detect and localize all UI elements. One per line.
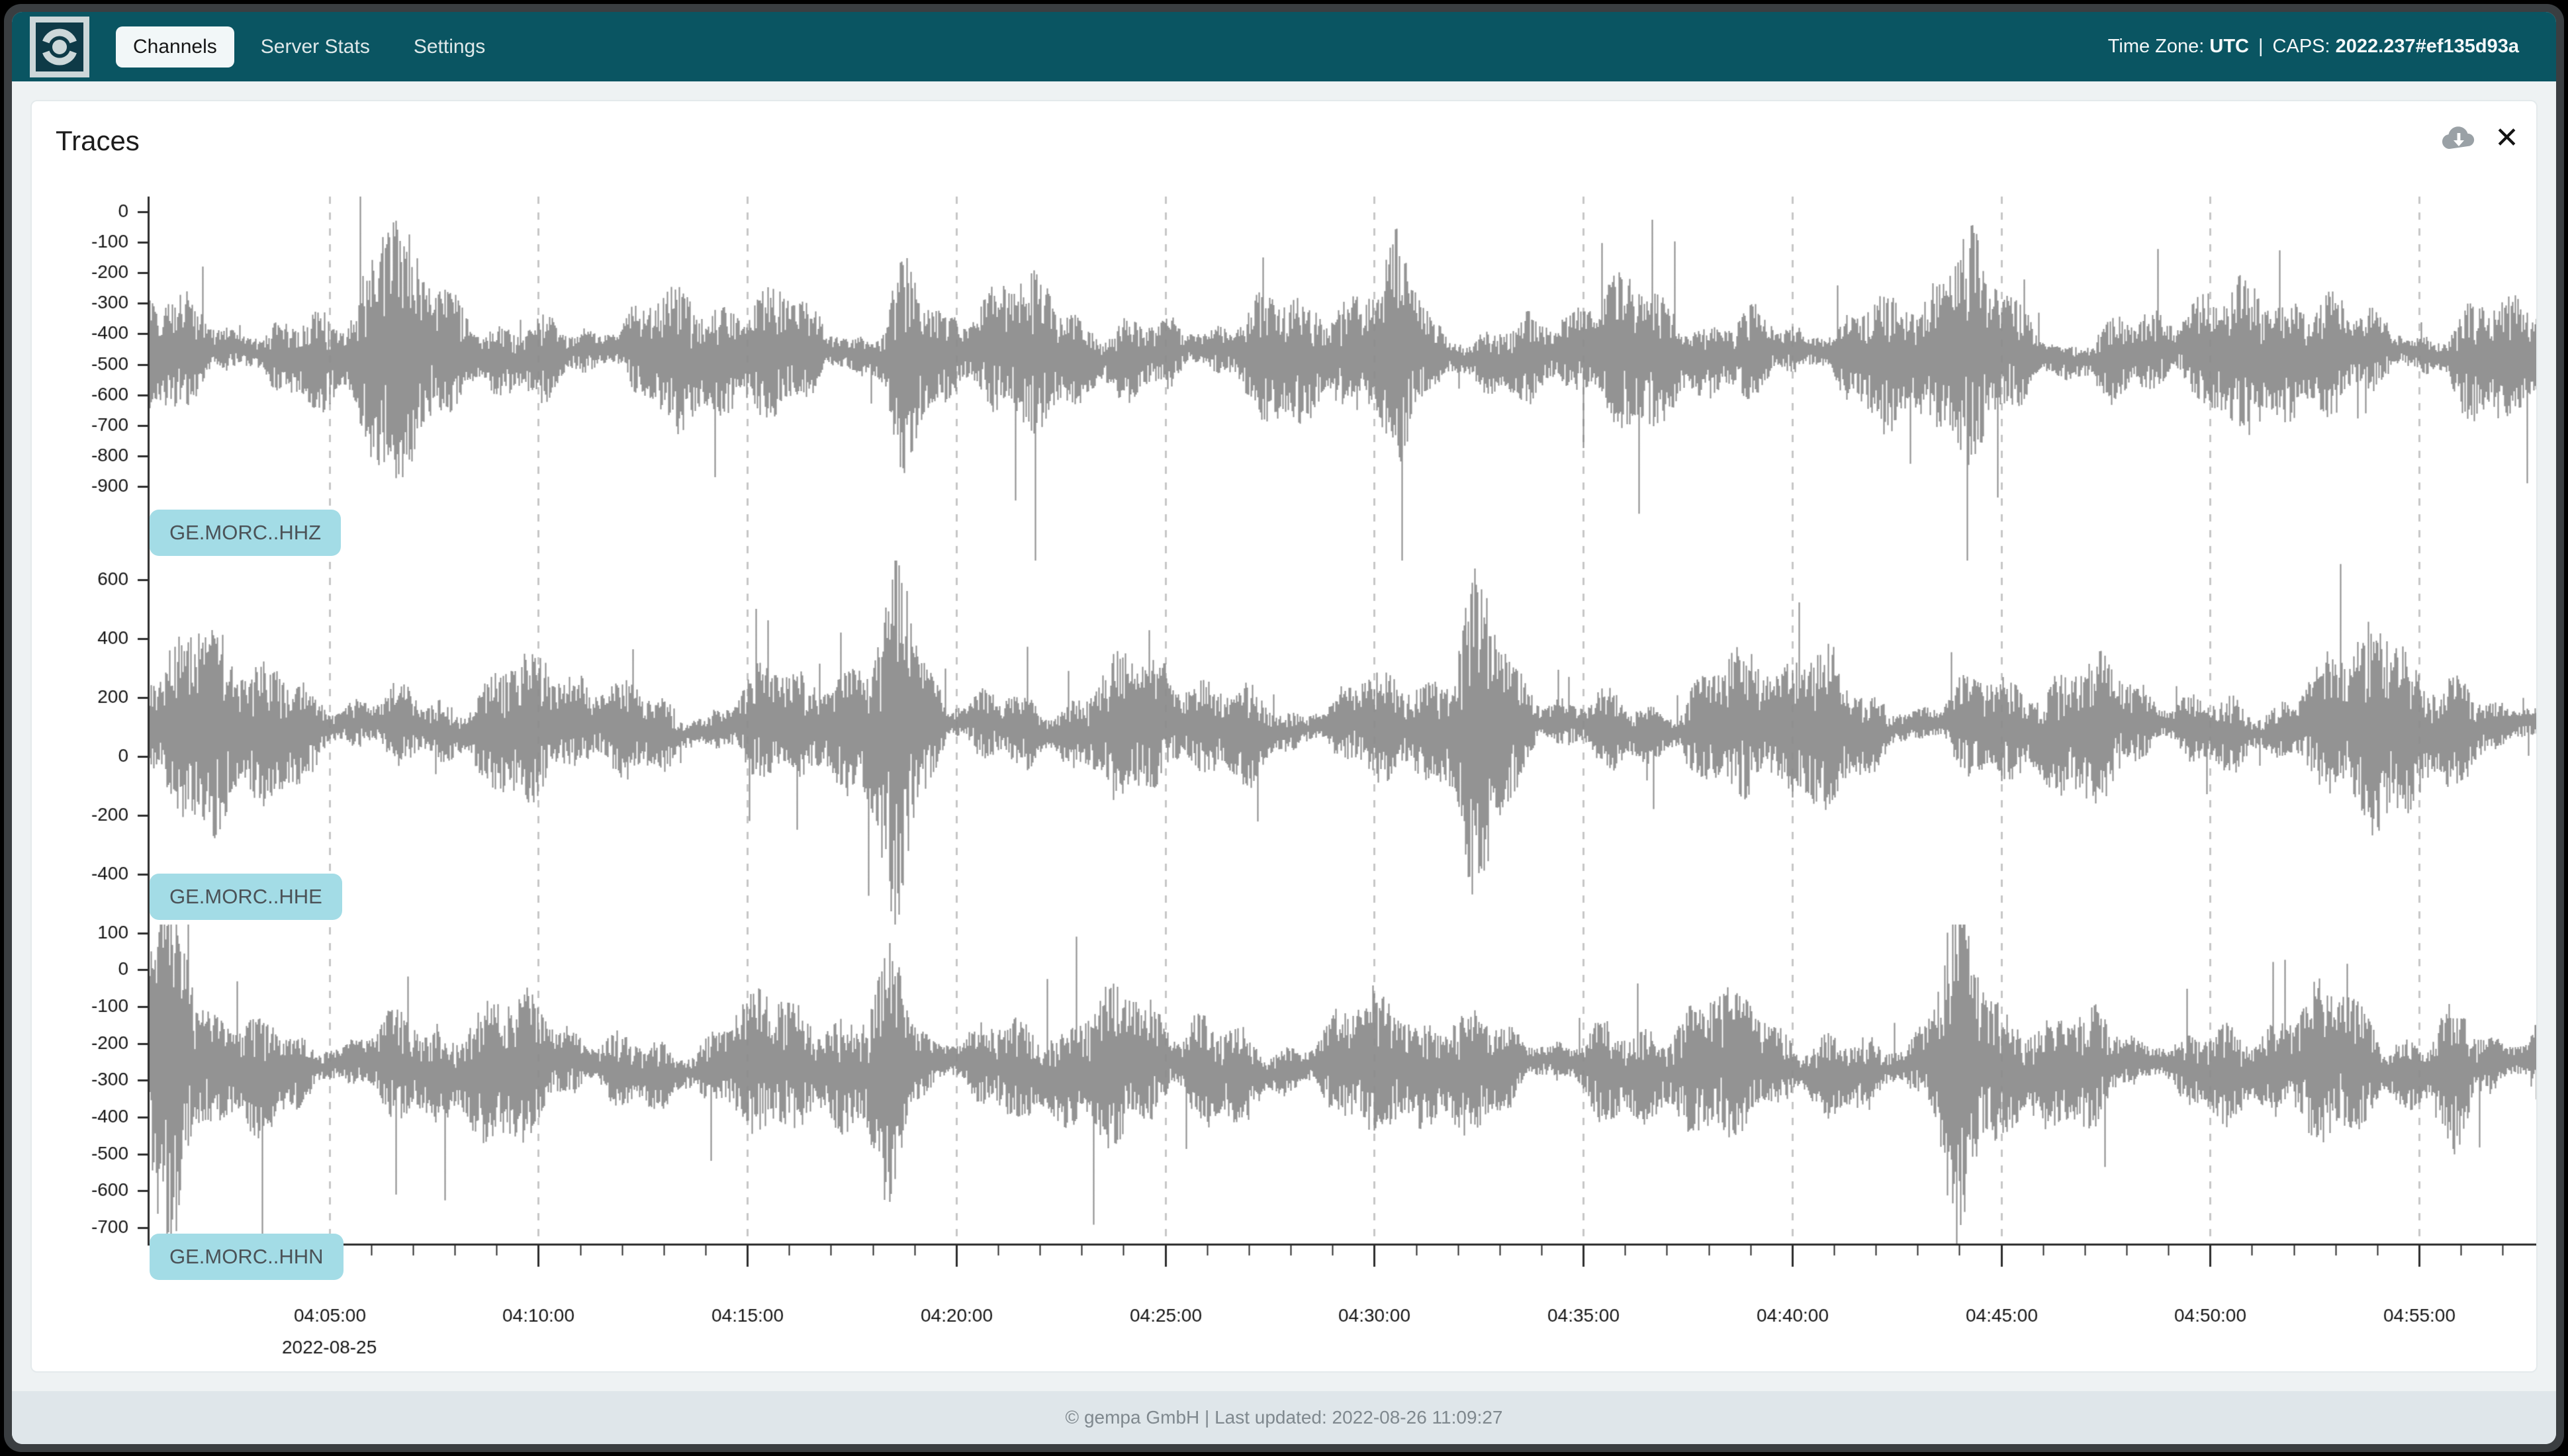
nav-tabs: Channels Server Stats Settings — [116, 26, 502, 68]
window-frame: Channels Server Stats Settings Time Zone… — [4, 4, 2564, 1452]
channel-badge-hhn[interactable]: GE.MORC..HHN — [150, 1234, 344, 1280]
footer-text: © gempa GmbH | Last updated: 2022-08-26 … — [1066, 1407, 1503, 1428]
app-content: Channels Server Stats Settings Time Zone… — [12, 12, 2556, 1444]
app-logo[interactable] — [30, 17, 89, 77]
footer-bar: © gempa GmbH | Last updated: 2022-08-26 … — [12, 1391, 2556, 1444]
tab-server-stats[interactable]: Server Stats — [244, 26, 387, 68]
close-icon: ✕ — [2495, 124, 2519, 153]
channel-badge-hhz[interactable]: GE.MORC..HHZ — [150, 510, 341, 556]
timezone-value: UTC — [2209, 36, 2249, 57]
timezone-label: Time Zone: — [2108, 36, 2205, 57]
tab-settings[interactable]: Settings — [396, 26, 502, 68]
traces-chart-canvas[interactable] — [32, 101, 2538, 1373]
server-info: Time Zone: UTC|CAPS: 2022.237#ef135d93a — [2108, 36, 2519, 58]
panel-actions: ✕ — [2442, 124, 2519, 153]
caps-version-value: 2022.237#ef135d93a — [2336, 36, 2519, 57]
traces-panel: Traces ✕ GE.MORC..HHZ GE.MORC..HHE — [30, 100, 2538, 1373]
separator: | — [2249, 36, 2273, 57]
gempa-caps-logo-icon — [30, 17, 89, 77]
channel-badge-hhe[interactable]: GE.MORC..HHE — [150, 874, 342, 920]
caps-label: CAPS: — [2273, 36, 2330, 57]
close-button[interactable]: ✕ — [2495, 124, 2519, 153]
cloud-download-icon — [2442, 125, 2476, 152]
download-button[interactable] — [2442, 125, 2476, 152]
top-navbar: Channels Server Stats Settings Time Zone… — [12, 12, 2556, 81]
page-title: Traces — [56, 125, 140, 157]
app-window: Channels Server Stats Settings Time Zone… — [0, 0, 2568, 1456]
tab-channels[interactable]: Channels — [116, 26, 234, 68]
